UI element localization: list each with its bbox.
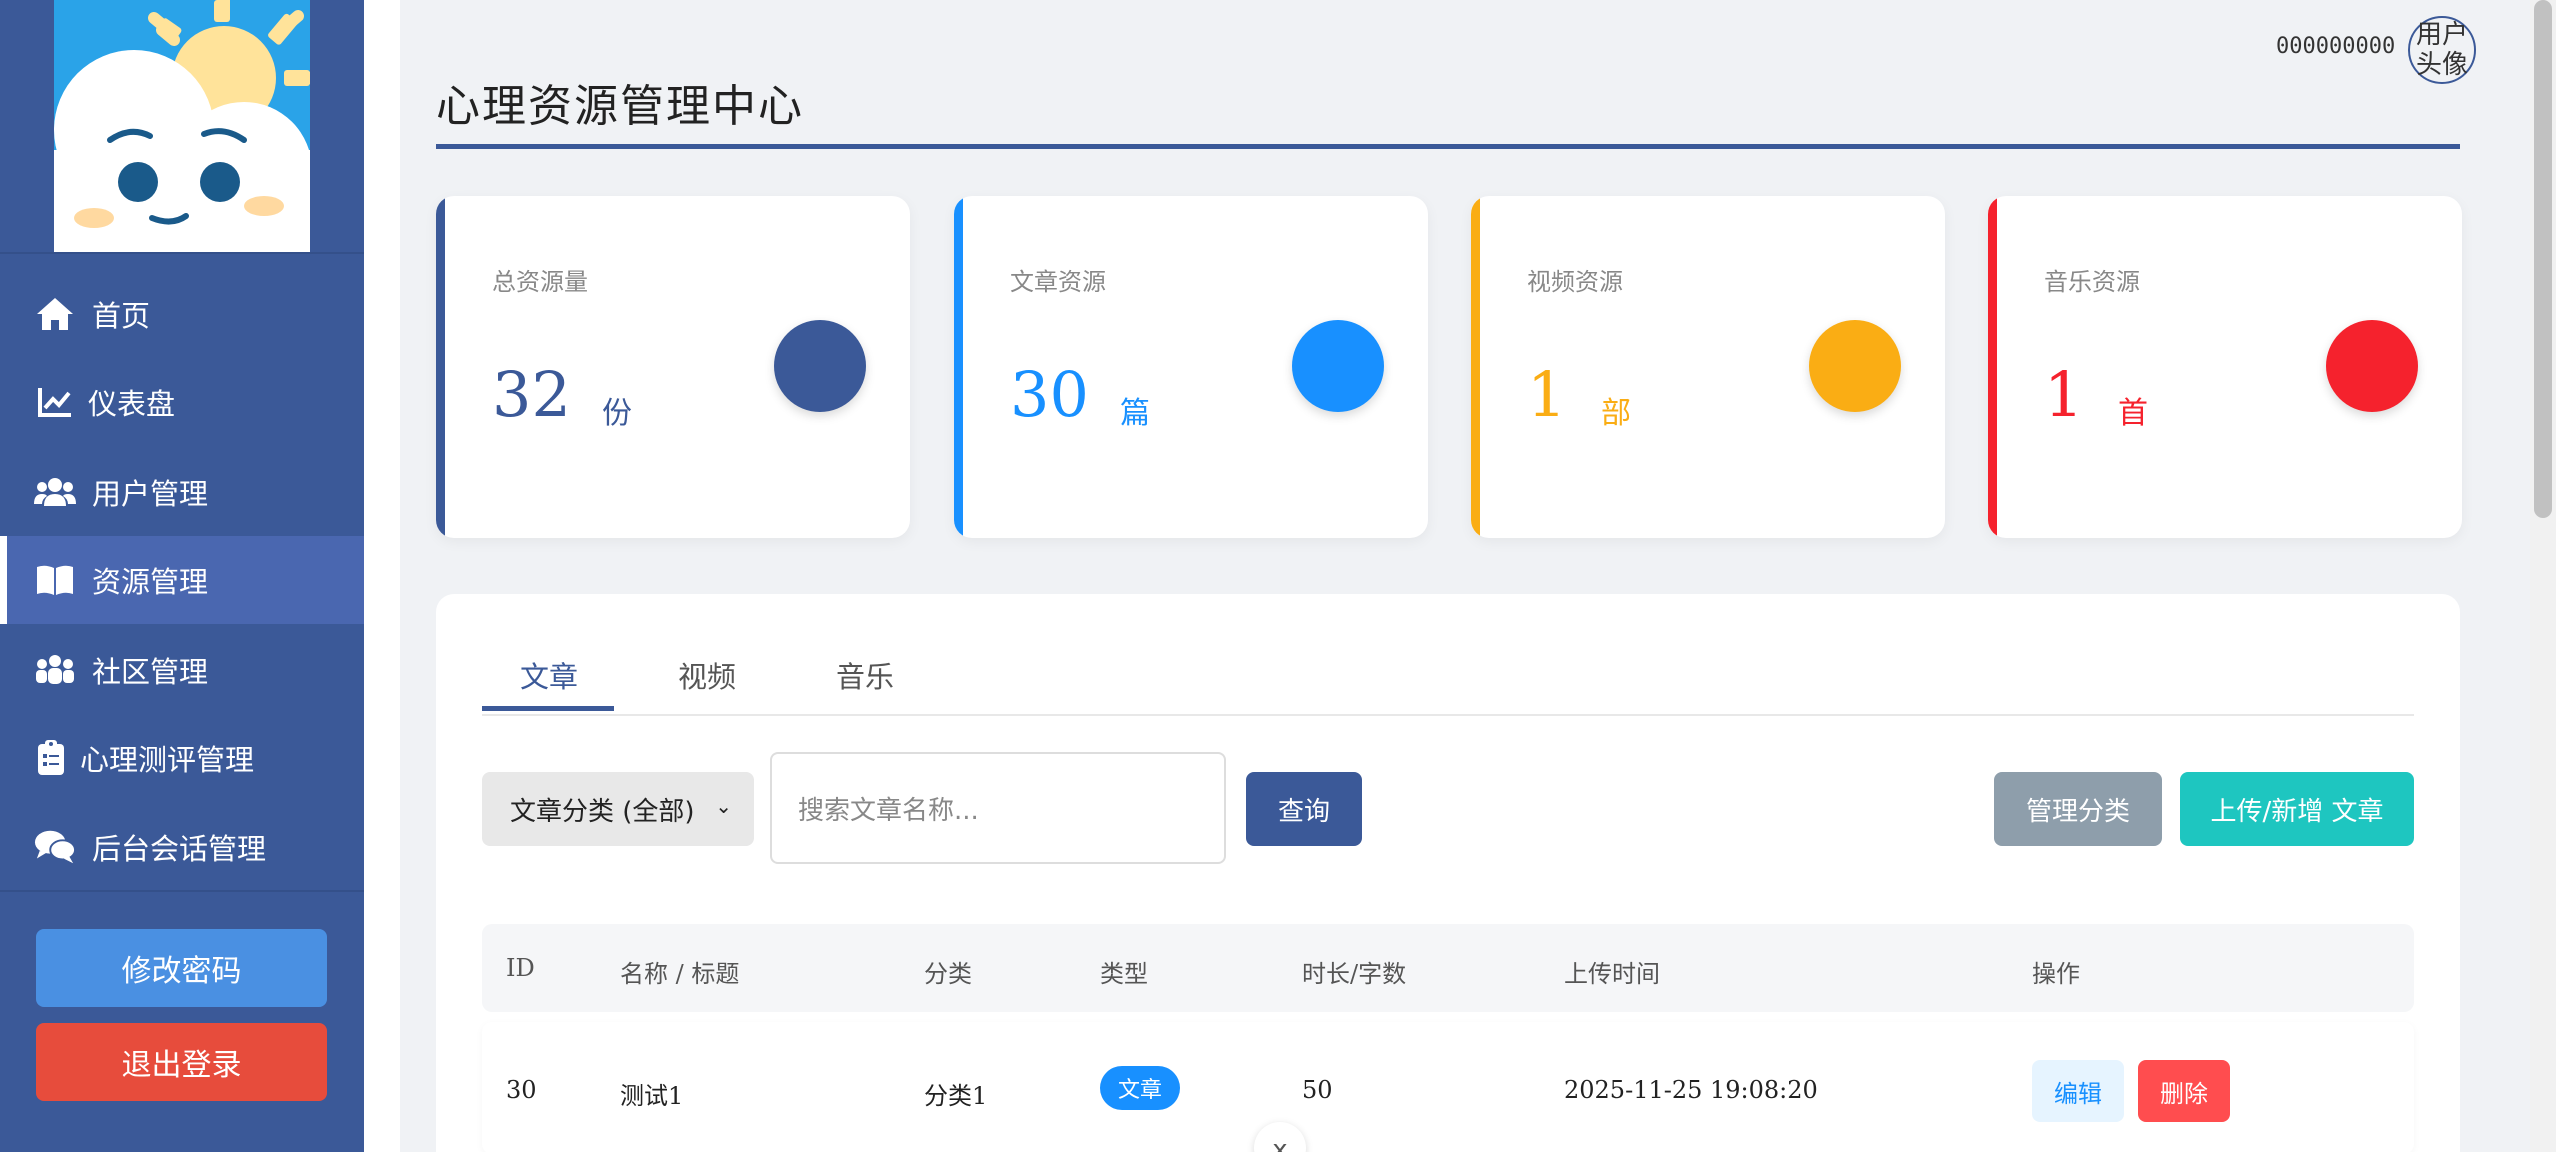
edit-button[interactable]: 编辑 bbox=[2032, 1060, 2124, 1122]
table-row: 30 测试1 分类1 文章 50 2025-11-25 19:08:20 编辑 … bbox=[482, 1022, 2414, 1152]
table-header: ID 名称 / 标题 分类 类型 时长/字数 上传时间 操作 bbox=[482, 924, 2414, 1012]
logo-image bbox=[54, 0, 310, 252]
tab-articles[interactable]: 文章 bbox=[520, 654, 578, 696]
column-header: 上传时间 bbox=[1564, 960, 1660, 988]
change-password-button[interactable]: 修改密码 bbox=[36, 929, 327, 1007]
stat-card-articles: 文章资源 30 篇 bbox=[954, 196, 1428, 538]
sidebar-item-sessions[interactable]: 后台会话管理 bbox=[0, 803, 364, 891]
tab-active-indicator bbox=[482, 706, 614, 711]
type-badge: 文章 bbox=[1100, 1066, 1180, 1110]
resource-panel: 文章 视频 音乐 文章分类 (全部) ⌄ 搜索文章名称... 查询 管理分类 上… bbox=[436, 594, 2460, 1152]
stat-circle-icon bbox=[1292, 320, 1384, 412]
stat-circle-icon bbox=[1809, 320, 1901, 412]
sidebar-item-label: 社区管理 bbox=[92, 655, 209, 689]
user-name: 000000000 bbox=[2276, 34, 2396, 59]
sidebar-item-community[interactable]: 社区管理 bbox=[0, 626, 364, 714]
sidebar-item-resources[interactable]: 资源管理 bbox=[0, 536, 364, 624]
stat-unit: 首 bbox=[2118, 396, 2148, 431]
sidebar-item-label: 仪表盘 bbox=[88, 387, 176, 421]
column-header: 类型 bbox=[1100, 960, 1148, 988]
stat-label: 总资源量 bbox=[492, 268, 588, 296]
category-select-value: 文章分类 (全部) bbox=[510, 796, 695, 827]
stat-circle-icon bbox=[2326, 320, 2418, 412]
sidebar-item-label: 资源管理 bbox=[92, 565, 209, 599]
sidebar-item-label: 心理测评管理 bbox=[80, 743, 255, 777]
stat-card-accent bbox=[436, 196, 445, 538]
tab-divider bbox=[482, 714, 2414, 716]
cell-category: 分类1 bbox=[924, 1082, 988, 1110]
users-icon bbox=[34, 471, 76, 513]
stat-card-accent bbox=[1988, 196, 1997, 538]
delete-button[interactable]: 删除 bbox=[2138, 1060, 2230, 1122]
sidebar-item-label: 首页 bbox=[92, 299, 151, 333]
avatar[interactable]: 用户头像 bbox=[2408, 16, 2476, 84]
stat-value: 1 bbox=[2044, 358, 2084, 431]
community-icon bbox=[34, 649, 76, 691]
cell-length: 50 bbox=[1302, 1076, 1333, 1104]
cell-id: 30 bbox=[506, 1076, 537, 1104]
stat-value: 32 bbox=[492, 358, 571, 431]
page-title: 心理资源管理中心 bbox=[436, 81, 804, 132]
clipboard-icon bbox=[30, 737, 72, 779]
stat-label: 视频资源 bbox=[1527, 268, 1623, 296]
stat-card-accent bbox=[1471, 196, 1480, 538]
sidebar-item-dashboard[interactable]: 仪表盘 bbox=[0, 358, 364, 446]
logout-button[interactable]: 退出登录 bbox=[36, 1023, 327, 1101]
book-icon bbox=[34, 559, 76, 601]
title-divider bbox=[436, 144, 2460, 149]
stat-unit: 份 bbox=[602, 396, 632, 431]
tab-videos[interactable]: 视频 bbox=[678, 654, 736, 696]
column-header: 操作 bbox=[2032, 960, 2080, 988]
upload-article-button[interactable]: 上传/新增 文章 bbox=[2180, 772, 2414, 846]
stat-unit: 部 bbox=[1601, 396, 1631, 431]
stat-unit: 篇 bbox=[1120, 396, 1150, 431]
sidebar: 首页 仪表盘 用户管理 资源管理 社区管理 心理测评管理 后台会话管理 修改密码… bbox=[0, 0, 364, 1152]
sidebar-item-assessment[interactable]: 心理测评管理 bbox=[0, 714, 364, 802]
stat-value: 30 bbox=[1010, 358, 1089, 431]
stat-value: 1 bbox=[1527, 358, 1567, 431]
stat-card-accent bbox=[954, 196, 963, 538]
tab-music[interactable]: 音乐 bbox=[836, 654, 894, 696]
category-select[interactable]: 文章分类 (全部) ⌄ bbox=[482, 772, 754, 846]
column-header: 分类 bbox=[924, 960, 972, 988]
manage-category-button[interactable]: 管理分类 bbox=[1994, 772, 2162, 846]
column-header: 名称 / 标题 bbox=[620, 960, 740, 988]
chart-line-icon bbox=[34, 381, 76, 423]
sidebar-divider bbox=[0, 890, 364, 892]
cell-name: 测试1 bbox=[620, 1082, 684, 1110]
query-button[interactable]: 查询 bbox=[1246, 772, 1362, 846]
chat-icon bbox=[34, 826, 76, 868]
sidebar-item-users[interactable]: 用户管理 bbox=[0, 448, 364, 536]
scrollbar-thumb[interactable] bbox=[2534, 0, 2552, 518]
search-input[interactable]: 搜索文章名称... bbox=[770, 752, 1226, 864]
sidebar-item-home[interactable]: 首页 bbox=[0, 270, 364, 358]
home-icon bbox=[34, 293, 76, 335]
column-header: ID bbox=[506, 954, 535, 982]
stat-circle-icon bbox=[774, 320, 866, 412]
stat-card-music: 音乐资源 1 首 bbox=[1988, 196, 2462, 538]
stat-label: 文章资源 bbox=[1010, 268, 1106, 296]
sidebar-divider bbox=[0, 252, 364, 254]
stat-label: 音乐资源 bbox=[2044, 268, 2140, 296]
stat-card-total: 总资源量 32 份 bbox=[436, 196, 910, 538]
column-header: 时长/字数 bbox=[1302, 960, 1407, 988]
stat-card-videos: 视频资源 1 部 bbox=[1471, 196, 1945, 538]
cell-upload-time: 2025-11-25 19:08:20 bbox=[1564, 1076, 1818, 1104]
chevron-down-icon: ⌄ bbox=[715, 794, 732, 818]
sidebar-item-label: 后台会话管理 bbox=[92, 832, 267, 866]
sidebar-item-label: 用户管理 bbox=[92, 477, 209, 511]
